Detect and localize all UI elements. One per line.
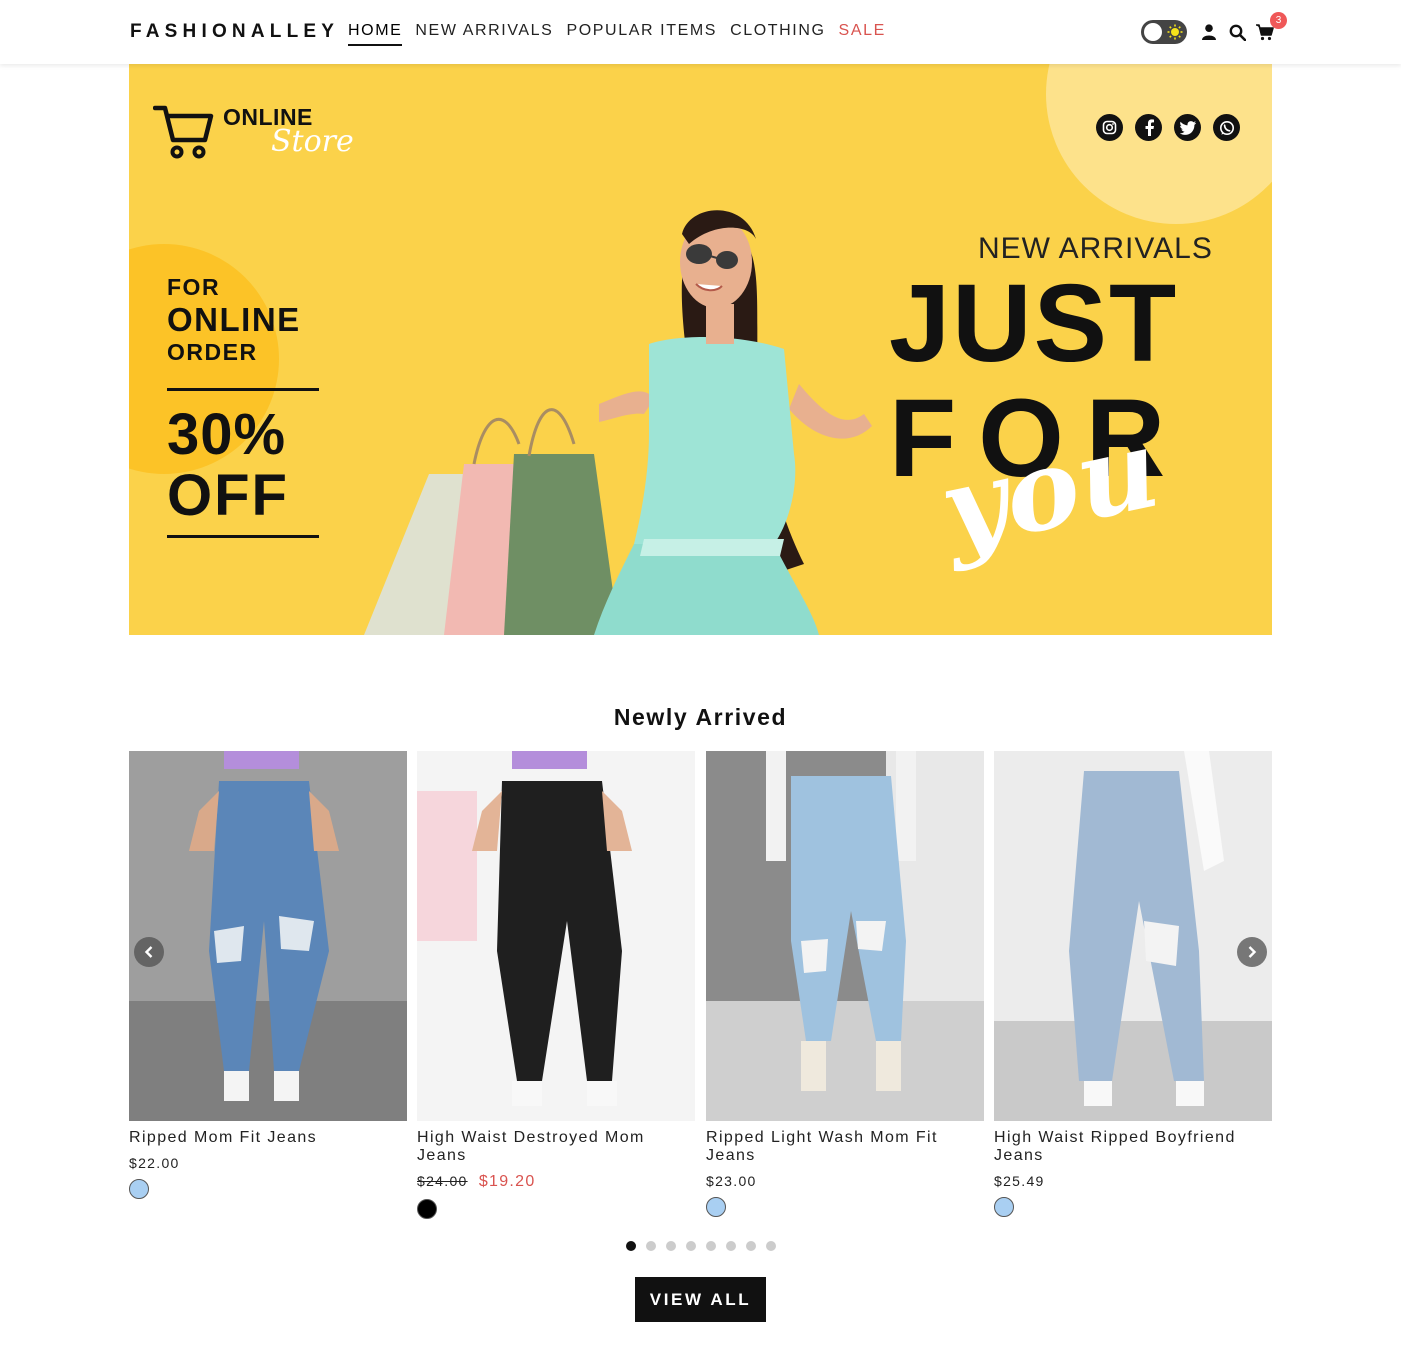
sun-icon	[1167, 24, 1183, 40]
offer-divider	[167, 388, 319, 391]
whatsapp-icon[interactable]	[1213, 114, 1240, 141]
nav-sale[interactable]: SALE	[839, 22, 886, 46]
chevron-right-icon	[1248, 946, 1257, 958]
nav-clothing[interactable]: CLOTHING	[730, 22, 825, 46]
offer-line-3: ORDER	[167, 339, 258, 365]
toggle-knob	[1144, 23, 1162, 41]
original-price: $24.00	[417, 1173, 468, 1189]
carousel-prev-button[interactable]	[134, 937, 164, 967]
product-price: $25.49	[994, 1173, 1045, 1189]
product-card[interactable]: Ripped Light Wash Mom Fit Jeans $23.00	[706, 751, 984, 1217]
offer-line-2: ONLINE	[167, 301, 301, 338]
carousel-next-button[interactable]	[1237, 937, 1267, 967]
product-image[interactable]	[706, 751, 984, 1121]
social-links	[1096, 114, 1240, 141]
offer-divider	[167, 535, 319, 538]
theme-toggle[interactable]	[1141, 20, 1187, 44]
pagination-dot[interactable]	[686, 1241, 696, 1251]
carousel-pagination	[626, 1241, 776, 1251]
nav-home[interactable]: HOME	[348, 22, 403, 46]
site-header: FASHIONALLEY HOME NEW ARRIVALS POPULAR I…	[0, 0, 1401, 64]
product-image[interactable]	[129, 751, 407, 1121]
hero-model-image	[364, 210, 872, 635]
color-swatch[interactable]	[417, 1199, 437, 1219]
cart-count-badge: 3	[1270, 12, 1287, 29]
nav-popular-items[interactable]: POPULAR ITEMS	[566, 22, 717, 46]
product-image[interactable]	[417, 751, 695, 1121]
offer-block: FOR ONLINE ORDER 30% OFF	[167, 274, 327, 538]
twitter-icon[interactable]	[1174, 114, 1201, 141]
color-swatch[interactable]	[129, 1179, 149, 1199]
sale-price: $19.20	[478, 1173, 536, 1190]
discount-value: 30%	[167, 402, 287, 467]
view-all-button[interactable]: VIEW ALL	[635, 1277, 766, 1322]
product-image[interactable]	[994, 751, 1272, 1121]
pagination-dot[interactable]	[626, 1241, 636, 1251]
header-tools: 3	[1141, 12, 1287, 45]
discount-word: OFF	[167, 463, 289, 528]
product-card[interactable]: High Waist Destroyed Mom Jeans $24.00 $1…	[417, 751, 695, 1219]
chevron-left-icon	[144, 946, 153, 958]
cart-icon[interactable]: 3	[1255, 12, 1287, 42]
pagination-dot[interactable]	[766, 1241, 776, 1251]
color-swatch[interactable]	[706, 1197, 726, 1217]
site-logo[interactable]: FASHIONALLEY	[130, 21, 339, 43]
pagination-dot[interactable]	[706, 1241, 716, 1251]
store-script: Store	[271, 124, 354, 159]
shopping-cart-logo-icon	[153, 105, 214, 159]
facebook-icon[interactable]	[1135, 114, 1162, 141]
pagination-dot[interactable]	[726, 1241, 736, 1251]
product-price: $23.00	[706, 1173, 757, 1189]
product-name[interactable]: Ripped Mom Fit Jeans	[129, 1129, 407, 1147]
product-name[interactable]: Ripped Light Wash Mom Fit Jeans	[706, 1129, 984, 1165]
offer-line-1: FOR	[167, 274, 221, 300]
instagram-icon[interactable]	[1096, 114, 1123, 141]
nav-new-arrivals[interactable]: NEW ARRIVALS	[415, 22, 553, 46]
new-arrivals-label: NEW ARRIVALS	[978, 232, 1213, 265]
product-carousel: Ripped Mom Fit Jeans $22.00 High Waist D…	[129, 751, 1272, 1221]
pagination-dot[interactable]	[646, 1241, 656, 1251]
product-name[interactable]: High Waist Destroyed Mom Jeans	[417, 1129, 695, 1165]
product-card[interactable]: Ripped Mom Fit Jeans $22.00	[129, 751, 407, 1199]
product-card[interactable]: High Waist Ripped Boyfriend Jeans $25.49	[994, 751, 1272, 1217]
product-name[interactable]: High Waist Ripped Boyfriend Jeans	[994, 1129, 1272, 1165]
user-icon[interactable]	[1199, 22, 1219, 42]
pagination-dot[interactable]	[746, 1241, 756, 1251]
color-swatch[interactable]	[994, 1197, 1014, 1217]
decor-circle	[1046, 64, 1272, 224]
pagination-dot[interactable]	[666, 1241, 676, 1251]
hero-banner[interactable]: ONLINE Store FOR ONLINE ORDER 30% OFF NE…	[129, 64, 1272, 635]
product-price: $22.00	[129, 1155, 180, 1171]
section-title: Newly Arrived	[613, 704, 788, 730]
headline-just: JUST	[889, 262, 1179, 385]
product-price: $24.00 $19.20	[417, 1173, 695, 1191]
main-nav: HOME NEW ARRIVALS POPULAR ITEMS CLOTHING…	[348, 22, 899, 46]
search-icon[interactable]	[1227, 22, 1247, 42]
